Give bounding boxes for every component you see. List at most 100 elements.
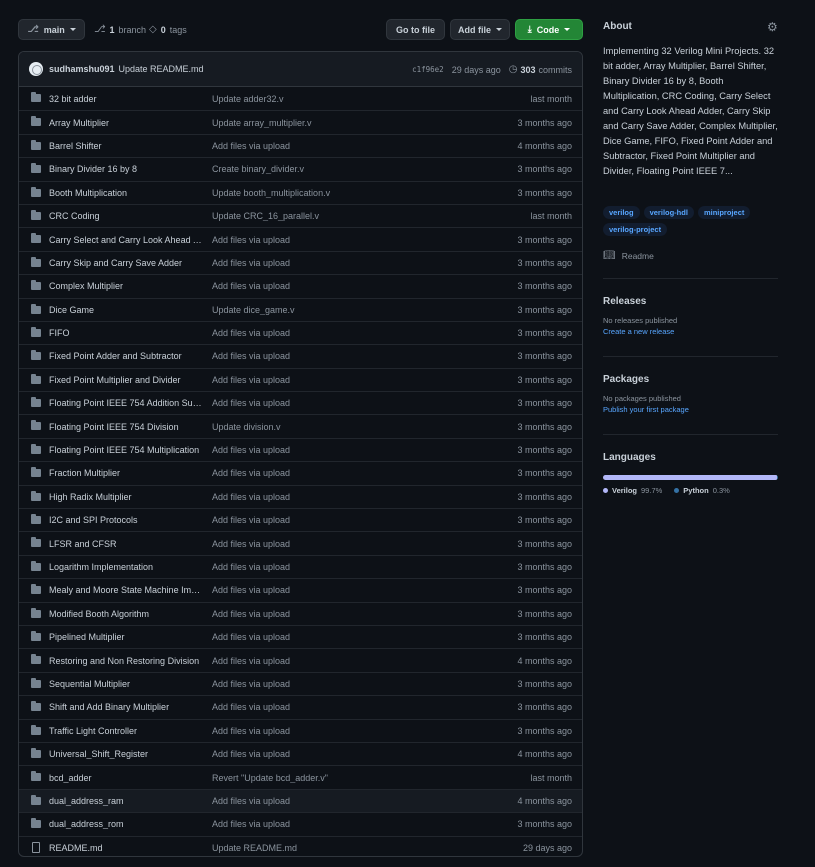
file-name-link[interactable]: Traffic Light Controller [49,726,204,736]
commit-sha[interactable]: c1f96e2 [412,65,444,74]
code-button[interactable]: ⤓ Code [515,19,583,40]
commit-message[interactable]: Update README.md [119,64,204,74]
table-row[interactable]: Shift and Add Binary Multiplier Add files… [19,695,582,718]
commit-message-link[interactable]: Update CRC_16_parallel.v [212,211,412,221]
commits-link[interactable]: ◷ 303 commits [509,64,572,75]
file-name-link[interactable]: Restoring and Non Restoring Division [49,656,204,666]
table-row[interactable]: Restoring and Non Restoring Division Add … [19,648,582,671]
table-row[interactable]: Fraction Multiplier Add files via upload 3… [19,461,582,484]
file-name-link[interactable]: Floating Point IEEE 754 Division [49,422,204,432]
publish-package-link[interactable]: Publish your first package [603,405,778,414]
file-name-link[interactable]: README.md [49,843,204,853]
commit-message-link[interactable]: Add files via upload [212,819,412,829]
table-row[interactable]: Floating Point IEEE 754 Addition Subt...… [19,391,582,414]
file-name-link[interactable]: Pipelined Multiplier [49,632,204,642]
commit-message-link[interactable]: Add files via upload [212,702,412,712]
file-name-link[interactable]: Sequential Multiplier [49,679,204,689]
avatar[interactable] [29,62,43,76]
table-row[interactable]: Barrel Shifter Add files via upload 4 mont… [19,133,582,157]
topic-tag[interactable]: miniproject [697,206,751,219]
table-row[interactable]: dual_address_ram Add files via upload 4 mo… [19,788,582,813]
table-row[interactable]: Array Multiplier Update array_multiplier.… [19,110,582,133]
language-item[interactable]: Verilog 99.7% [603,486,662,495]
language-item[interactable]: Python 0.3% [674,486,730,495]
file-name-link[interactable]: bcd_adder [49,773,204,783]
commit-message-link[interactable]: Update dice_game.v [212,305,412,315]
file-name-link[interactable]: Barrel Shifter [49,141,204,151]
file-name-link[interactable]: Complex Multiplier [49,281,204,291]
file-name-link[interactable]: Fraction Multiplier [49,468,204,478]
file-name-link[interactable]: 32 bit adder [49,94,204,104]
commit-message-link[interactable]: Revert "Update bcd_adder.v" [212,773,412,783]
commit-message-link[interactable]: Add files via upload [212,235,412,245]
table-row[interactable]: 32 bit adder Update adder32.v last month [19,87,582,110]
file-name-link[interactable]: Booth Multiplication [49,188,204,198]
packages-heading[interactable]: Packages [603,374,778,385]
commit-message-link[interactable]: Update booth_multiplication.v [212,188,412,198]
file-name-link[interactable]: Shift and Add Binary Multiplier [49,702,204,712]
commit-author[interactable]: sudhamshu091 [49,64,115,74]
table-row[interactable]: Dice Game Update dice_game.v 3 months ago [19,297,582,321]
commit-message-link[interactable]: Add files via upload [212,258,412,268]
table-row[interactable]: Complex Multiplier Add files via upload 3 … [19,274,582,297]
table-row[interactable]: Fixed Point Multiplier and Divider Add fi… [19,367,582,391]
commit-message-link[interactable]: Add files via upload [212,539,412,549]
file-name-link[interactable]: Floating Point IEEE 754 Multiplication [49,445,204,455]
commit-message-link[interactable]: Add files via upload [212,515,412,525]
tags-link[interactable]: ◇ 0 tags [149,24,187,35]
commit-message-link[interactable]: Update adder32.v [212,94,412,104]
topic-tag[interactable]: verilog [603,206,640,219]
commit-message-link[interactable]: Add files via upload [212,468,412,478]
table-row[interactable]: Universal_Shift_Register Add files via up… [19,741,582,765]
add-file-button[interactable]: Add file [450,19,510,40]
table-row[interactable]: Logarithm Implementation Add files via up… [19,554,582,578]
commit-message-link[interactable]: Add files via upload [212,796,412,806]
file-name-link[interactable]: Modified Booth Algorithm [49,609,204,619]
commit-message-link[interactable]: Add files via upload [212,141,412,151]
file-name-link[interactable]: Logarithm Implementation [49,562,204,572]
commit-message-link[interactable]: Add files via upload [212,749,412,759]
create-release-link[interactable]: Create a new release [603,327,778,336]
releases-heading[interactable]: Releases [603,296,778,307]
table-row[interactable]: dual_address_rom Add files via upload 3 mo… [19,812,582,835]
table-row[interactable]: Booth Multiplication Update booth_multipl… [19,180,582,204]
commit-message-link[interactable]: Add files via upload [212,562,412,572]
table-row[interactable]: Binary Divider 16 by 8 Create binary_divi… [19,157,582,180]
commit-message-link[interactable]: Add files via upload [212,328,412,338]
table-row[interactable]: Modified Booth Algorithm Add files via up… [19,601,582,625]
file-name-link[interactable]: I2C and SPI Protocols [49,515,204,525]
commit-message-link[interactable]: Add files via upload [212,375,412,385]
file-name-link[interactable]: dual_address_rom [49,819,204,829]
table-row[interactable]: CRC Coding Update CRC_16_parallel.v last m… [19,203,582,227]
table-row[interactable]: Floating Point IEEE 754 Division Update d… [19,414,582,437]
readme-link[interactable]: 📖︎ Readme [603,250,778,261]
topic-tag[interactable]: verilog-hdl [643,206,694,219]
commit-message-link[interactable]: Add files via upload [212,726,412,736]
table-row[interactable]: Traffic Light Controller Add files via up… [19,718,582,742]
file-name-link[interactable]: Array Multiplier [49,118,204,128]
file-name-link[interactable]: Carry Skip and Carry Save Adder [49,258,204,268]
branch-selector-button[interactable]: ⎇ main [18,19,85,40]
file-name-link[interactable]: High Radix Multiplier [49,492,204,502]
file-name-link[interactable]: dual_address_ram [49,796,204,806]
file-name-link[interactable]: Mealy and Moore State Machine Impl... [49,585,204,595]
table-row[interactable]: bcd_adder Revert "Update bcd_adder.v" last… [19,765,582,788]
topic-tag[interactable]: verilog-project [603,223,668,236]
table-row[interactable]: High Radix Multiplier Add files via uploa… [19,484,582,508]
commit-message-link[interactable]: Update array_multiplier.v [212,118,412,128]
file-name-link[interactable]: Carry Select and Carry Look Ahead A... [49,235,204,245]
commit-message-link[interactable]: Add files via upload [212,585,412,595]
commit-message-link[interactable]: Add files via upload [212,609,412,619]
file-name-link[interactable]: LFSR and CFSR [49,539,204,549]
table-row[interactable]: LFSR and CFSR Add files via upload 3 month… [19,531,582,554]
file-name-link[interactable]: Floating Point IEEE 754 Addition Subt... [49,398,204,408]
commit-message-link[interactable]: Add files via upload [212,492,412,502]
commit-message-link[interactable]: Add files via upload [212,445,412,455]
commit-message-link[interactable]: Create binary_divider.v [212,164,412,174]
commit-message-link[interactable]: Add files via upload [212,351,412,361]
commit-message-link[interactable]: Add files via upload [212,656,412,666]
commit-message-link[interactable]: Add files via upload [212,281,412,291]
table-row[interactable]: Floating Point IEEE 754 Multiplication Ad… [19,437,582,461]
commit-message-link[interactable]: Update division.v [212,422,412,432]
file-name-link[interactable]: Universal_Shift_Register [49,749,204,759]
